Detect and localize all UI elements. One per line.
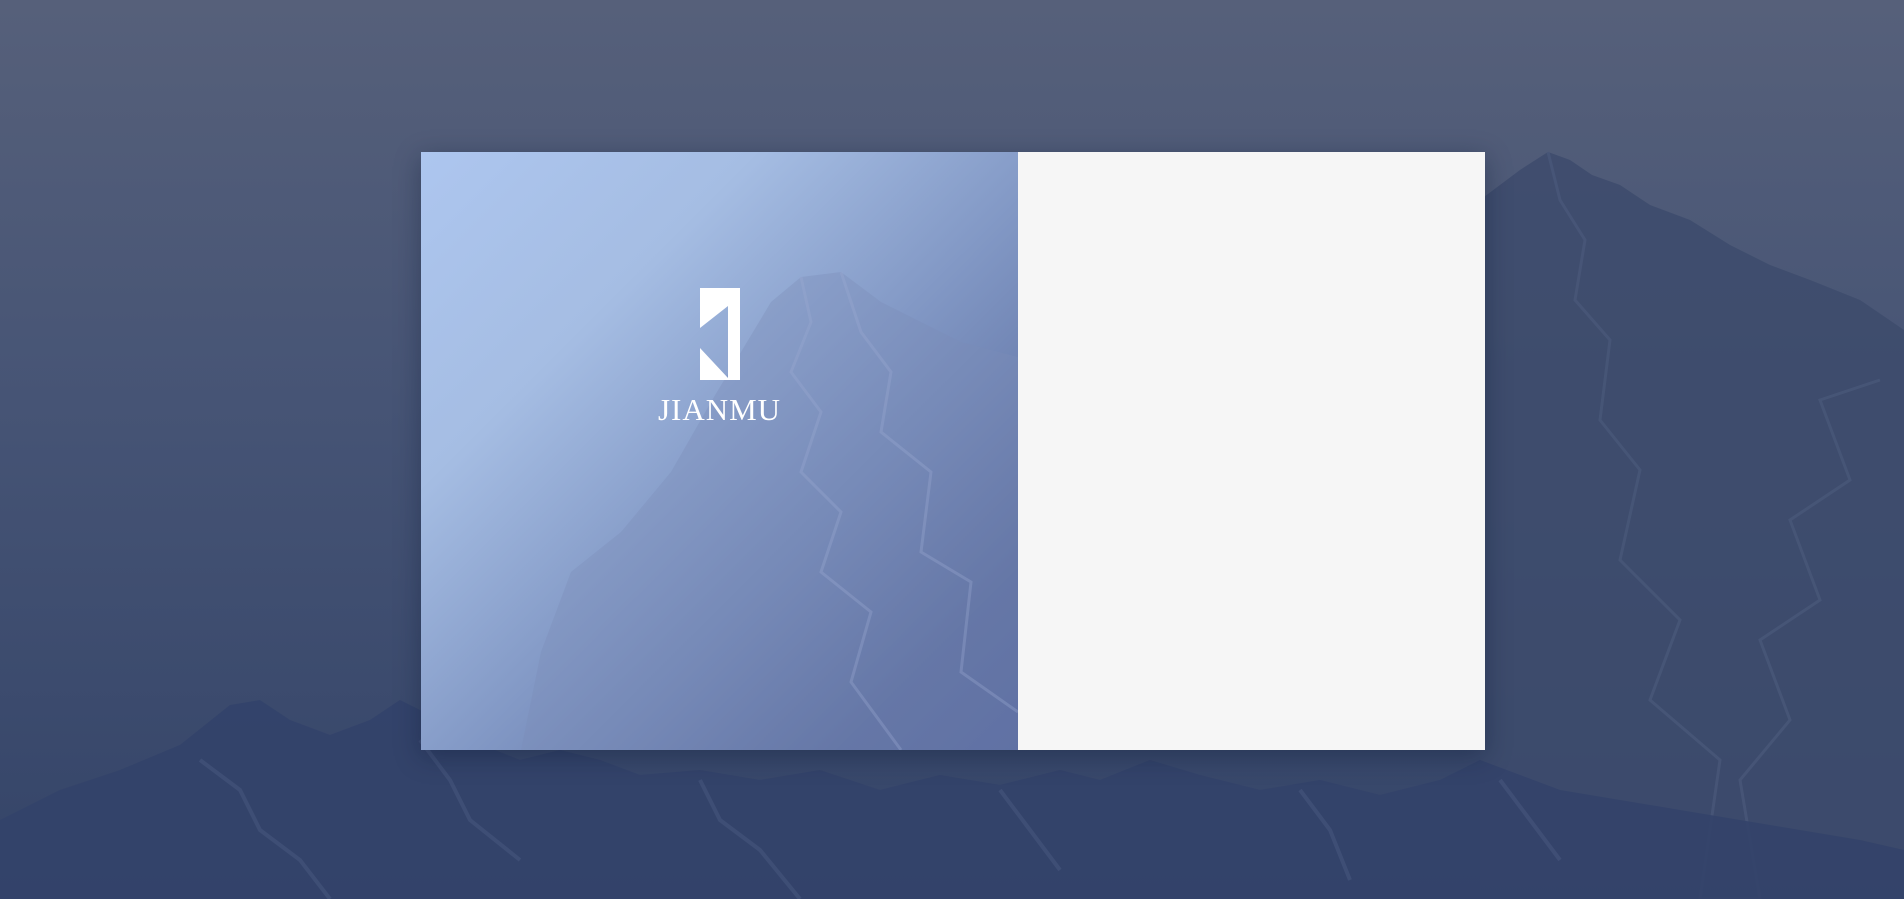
- jianmu-logo-icon: [699, 288, 740, 380]
- brand-name: JIANMU: [657, 392, 782, 427]
- login-page: JIANMU: [0, 0, 1904, 899]
- brand-logo: JIANMU: [421, 288, 1018, 425]
- form-panel: [1018, 152, 1485, 750]
- login-card: JIANMU: [421, 152, 1485, 750]
- panel-mountain-image: [521, 271, 1018, 750]
- brand-panel: JIANMU: [421, 152, 1018, 750]
